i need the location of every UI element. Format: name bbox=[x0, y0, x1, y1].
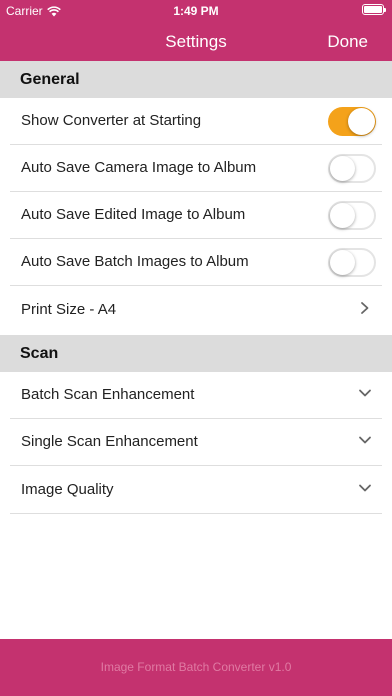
row-single-scan-enhancement[interactable]: Single Scan Enhancement bbox=[0, 419, 392, 466]
toggle-knob bbox=[330, 203, 355, 228]
row-print-size[interactable]: Print Size - A4 bbox=[0, 287, 392, 334]
row-auto-save-edited[interactable]: Auto Save Edited Image to Album bbox=[0, 192, 392, 239]
navigation-bar: Settings Done bbox=[0, 22, 392, 61]
row-label: Image Quality bbox=[21, 481, 114, 498]
status-time: 1:49 PM bbox=[173, 4, 219, 18]
chevron-right-icon bbox=[361, 302, 369, 314]
footer-bar: Image Format Batch Converter v1.0 bbox=[0, 639, 392, 696]
status-bar: Carrier 1:49 PM bbox=[0, 0, 392, 22]
battery-icon bbox=[362, 4, 386, 15]
section-header-general: General bbox=[0, 61, 392, 98]
row-auto-save-batch[interactable]: Auto Save Batch Images to Album bbox=[0, 239, 392, 286]
auto-save-camera-toggle[interactable] bbox=[328, 154, 376, 183]
row-label: Print Size - A4 bbox=[21, 301, 117, 318]
row-batch-scan-enhancement[interactable]: Batch Scan Enhancement bbox=[0, 372, 392, 419]
row-label: Batch Scan Enhancement bbox=[21, 386, 195, 403]
show-converter-toggle[interactable] bbox=[328, 107, 376, 136]
done-button[interactable]: Done bbox=[327, 32, 368, 52]
top-bar: Carrier 1:49 PM Settings Done bbox=[0, 0, 392, 61]
toggle-knob bbox=[330, 250, 355, 275]
toggle-knob bbox=[348, 108, 375, 135]
row-label: Show Converter at Starting bbox=[21, 112, 202, 129]
row-label: Auto Save Camera Image to Album bbox=[21, 159, 257, 176]
chevron-down-icon bbox=[359, 484, 371, 492]
row-divider bbox=[10, 285, 382, 286]
section-header-scan: Scan bbox=[0, 335, 392, 372]
app-version-text: Image Format Batch Converter v1.0 bbox=[100, 660, 292, 674]
auto-save-edited-toggle[interactable] bbox=[328, 201, 376, 230]
section-title-scan: Scan bbox=[20, 345, 59, 362]
row-image-quality[interactable]: Image Quality bbox=[0, 467, 392, 514]
row-label: Auto Save Edited Image to Album bbox=[21, 206, 246, 223]
auto-save-batch-toggle[interactable] bbox=[328, 248, 376, 277]
section-title-general: General bbox=[20, 71, 80, 88]
chevron-down-icon bbox=[359, 436, 371, 444]
row-label: Single Scan Enhancement bbox=[21, 433, 198, 450]
chevron-down-icon bbox=[359, 389, 371, 397]
row-auto-save-camera[interactable]: Auto Save Camera Image to Album bbox=[0, 145, 392, 192]
row-divider bbox=[10, 513, 382, 514]
row-label: Auto Save Batch Images to Album bbox=[21, 253, 249, 270]
row-divider bbox=[10, 465, 382, 466]
row-show-converter[interactable]: Show Converter at Starting bbox=[0, 98, 392, 145]
toggle-knob bbox=[330, 156, 355, 181]
